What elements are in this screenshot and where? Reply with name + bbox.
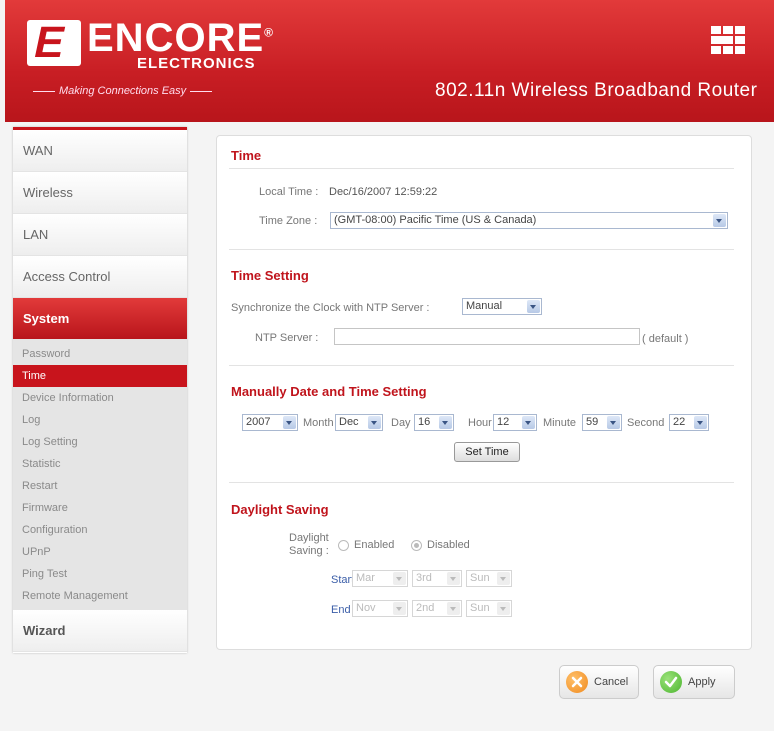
minute-select[interactable]: 59 (582, 414, 622, 431)
end-week-select[interactable]: 2nd (412, 600, 462, 617)
local-time-label: Local Time : (259, 186, 319, 198)
chevron-down-icon (497, 572, 510, 585)
time-panel: Time Local Time : Dec/16/2007 12:59:22 T… (216, 135, 752, 650)
chevron-down-icon (283, 416, 296, 429)
daylight-enabled-radio[interactable] (338, 540, 349, 551)
hour-select[interactable]: 12 (493, 414, 537, 431)
grid-icon (711, 26, 745, 54)
tagline: Making Connections Easy (33, 85, 212, 97)
local-time-value: Dec/16/2007 12:59:22 (329, 186, 438, 198)
chevron-down-icon (447, 602, 460, 615)
divider (229, 249, 734, 250)
day-label: Day (391, 417, 411, 429)
sidebar-item-system[interactable]: System (13, 298, 187, 340)
start-month-select[interactable]: Mar (352, 570, 408, 587)
header-banner: E ENCORE® ELECTRONICS Making Connections… (5, 0, 774, 122)
chevron-down-icon (607, 416, 620, 429)
submenu-item-configuration[interactable]: Configuration (13, 519, 187, 541)
chevron-down-icon (393, 572, 406, 585)
submenu-item-upnp[interactable]: UPnP (13, 541, 187, 563)
hour-label: Hour (468, 417, 492, 429)
submenu-item-restart[interactable]: Restart (13, 475, 187, 497)
submenu-item-firmware[interactable]: Firmware (13, 497, 187, 519)
divider (229, 365, 734, 366)
chevron-down-icon (713, 214, 726, 227)
end-month-select[interactable]: Nov (352, 600, 408, 617)
ntp-server-input[interactable] (334, 328, 640, 345)
ntp-sync-select[interactable]: Manual (462, 298, 542, 315)
sidebar: WAN Wireless LAN Access Control System P… (13, 127, 187, 653)
time-zone-select[interactable]: (GMT-08:00) Pacific Time (US & Canada) (330, 212, 728, 229)
chevron-down-icon (527, 300, 540, 313)
start-week-select[interactable]: 3rd (412, 570, 462, 587)
sidebar-item-wan[interactable]: WAN (13, 130, 187, 172)
month-select[interactable]: Dec (335, 414, 383, 431)
ntp-sync-label: Synchronize the Clock with NTP Server : (231, 302, 430, 314)
daylight-disabled-radio[interactable] (411, 540, 422, 551)
product-name: 802.11n Wireless Broadband Router (435, 80, 758, 101)
second-select[interactable]: 22 (669, 414, 709, 431)
submenu-item-ping-test[interactable]: Ping Test (13, 563, 187, 585)
daylight-saving-label-1: Daylight (289, 532, 329, 544)
section-title-manual: Manually Date and Time Setting (231, 384, 427, 399)
minute-label: Minute (543, 417, 577, 429)
sidebar-item-lan[interactable]: LAN (13, 214, 187, 256)
submenu-item-device-information[interactable]: Device Information (13, 387, 187, 409)
section-title-daylight-saving: Daylight Saving (231, 502, 329, 517)
chevron-down-icon (497, 602, 510, 615)
end-day-select[interactable]: Sun (466, 600, 512, 617)
chevron-down-icon (447, 572, 460, 585)
section-title-time-setting: Time Setting (231, 268, 309, 283)
section-title-time: Time (231, 148, 262, 163)
ntp-server-label: NTP Server : (255, 332, 319, 344)
cancel-button[interactable]: Cancel (559, 665, 639, 699)
chevron-down-icon (393, 602, 406, 615)
logo-mark: E (27, 18, 81, 67)
divider (229, 168, 734, 169)
divider (229, 482, 734, 483)
submenu-item-remote-management[interactable]: Remote Management (13, 585, 187, 607)
daylight-start-label: Start (331, 574, 355, 586)
day-select[interactable]: 16 (414, 414, 454, 431)
submenu-item-log-setting[interactable]: Log Setting (13, 431, 187, 453)
brand-sub: ELECTRONICS (137, 55, 256, 72)
sidebar-item-access-control[interactable]: Access Control (13, 256, 187, 298)
chevron-down-icon (368, 416, 381, 429)
second-label: Second (627, 417, 665, 429)
chevron-down-icon (439, 416, 452, 429)
time-zone-label: Time Zone : (259, 215, 318, 227)
submenu-item-password[interactable]: Password (13, 343, 187, 365)
check-icon (660, 671, 682, 693)
daylight-end-label: End (331, 604, 351, 616)
system-submenu: Password Time Device Information Log Log… (13, 340, 187, 610)
submenu-item-log[interactable]: Log (13, 409, 187, 431)
submenu-item-time[interactable]: Time (13, 365, 187, 387)
year-select[interactable]: 2007 (242, 414, 298, 431)
chevron-down-icon (694, 416, 707, 429)
submenu-item-statistic[interactable]: Statistic (13, 453, 187, 475)
set-time-button[interactable]: Set Time (454, 442, 520, 462)
sidebar-item-wizard[interactable]: Wizard (13, 610, 187, 652)
cancel-icon (566, 671, 588, 693)
chevron-down-icon (522, 416, 535, 429)
daylight-enabled-label: Enabled (354, 539, 395, 551)
apply-button[interactable]: Apply (653, 665, 735, 699)
daylight-disabled-label: Disabled (427, 539, 470, 551)
daylight-saving-label-2: Saving : (289, 545, 329, 557)
month-label: Month (303, 417, 334, 429)
ntp-default-note: ( default ) (642, 333, 689, 345)
start-day-select[interactable]: Sun (466, 570, 512, 587)
sidebar-item-wireless[interactable]: Wireless (13, 172, 187, 214)
